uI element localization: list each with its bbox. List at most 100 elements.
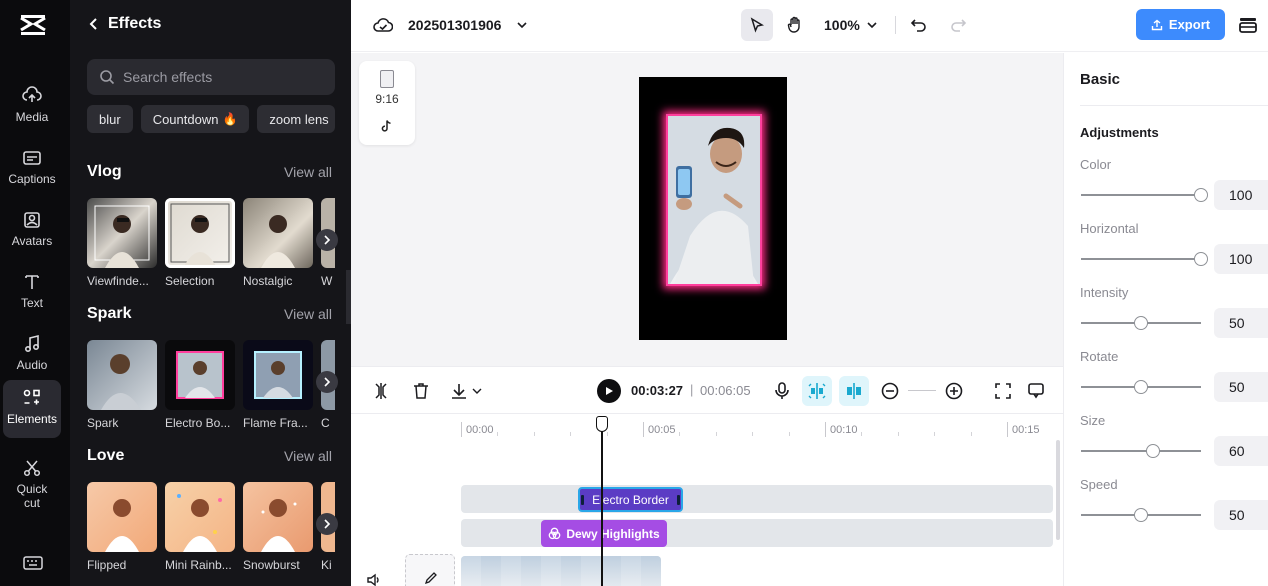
chevron-down-icon[interactable] — [516, 19, 528, 31]
trash-icon[interactable] — [411, 381, 431, 401]
chip-label: zoom lens — [269, 111, 329, 127]
clip-trim-handle-right[interactable] — [677, 495, 680, 505]
effect-thumb-nostalgic[interactable]: Nostalgic — [243, 198, 313, 288]
person-illustration — [94, 205, 150, 268]
clip-trim-handle-left[interactable] — [581, 495, 584, 505]
slider-thumb-size[interactable] — [1146, 444, 1160, 458]
playhead[interactable] — [601, 426, 603, 586]
value-input-rotate[interactable]: 50 — [1214, 372, 1268, 402]
current-time: 00:03:27 — [631, 383, 684, 398]
hand-tool-button[interactable] — [779, 9, 811, 41]
effect-thumb-electro-border[interactable]: Electro Bo... — [165, 340, 235, 430]
rail-item-elements[interactable]: Elements — [3, 380, 61, 438]
chevron-right-icon — [324, 377, 331, 387]
effect-thumb-flame-frame[interactable]: Flame Fra... — [243, 340, 313, 430]
value-text: 50 — [1229, 507, 1245, 523]
chip-blur[interactable]: blur — [87, 105, 133, 133]
next-arrow-button[interactable] — [316, 229, 338, 251]
slider-track-size[interactable] — [1081, 450, 1201, 452]
capcut-logo[interactable] — [18, 12, 48, 38]
cover-edit-button[interactable] — [405, 554, 455, 586]
ruler-tick — [534, 432, 535, 436]
clip-label: Dewy Highlights — [566, 526, 660, 541]
redo-icon[interactable] — [948, 15, 968, 35]
tab-basic[interactable]: Basic — [1080, 71, 1120, 88]
effect-label: Flame Fra... — [243, 416, 308, 430]
effect-clip-electro-border[interactable]: Electro Border — [578, 487, 683, 512]
select-tool-button[interactable] — [741, 9, 773, 41]
feedback-icon[interactable] — [1026, 381, 1046, 401]
volume-icon[interactable] — [366, 572, 382, 586]
slider-thumb-rotate[interactable] — [1134, 380, 1148, 394]
app-root: Media Captions Avatars Text Audio Elemen… — [0, 0, 1268, 586]
zoom-slider[interactable] — [908, 390, 936, 391]
export-label: Export — [1168, 17, 1211, 32]
microphone-icon[interactable] — [772, 381, 792, 401]
value-input-intensity[interactable]: 50 — [1214, 308, 1268, 338]
filter-clip-dewy-highlights[interactable]: Dewy Highlights — [541, 520, 667, 547]
keyboard-icon[interactable] — [23, 555, 43, 571]
link-tracks-button[interactable] — [839, 376, 869, 406]
phone-ratio-icon — [380, 70, 394, 88]
slider-track-horizontal[interactable] — [1081, 258, 1201, 260]
value-input-color[interactable]: 100 — [1214, 180, 1268, 210]
rail-item-label: Elements — [6, 412, 58, 426]
value-input-size[interactable]: 60 — [1214, 436, 1268, 466]
next-arrow-button[interactable] — [316, 513, 338, 535]
playhead-handle[interactable] — [596, 416, 608, 432]
slider-track-color[interactable] — [1081, 194, 1201, 196]
snap-icon — [808, 383, 826, 399]
next-arrow-button[interactable] — [316, 371, 338, 393]
fullscreen-icon[interactable] — [993, 381, 1013, 401]
search-box[interactable] — [87, 59, 335, 95]
effect-thumb-selection[interactable]: Selection — [165, 198, 235, 288]
chip-zoom-lens[interactable]: zoom lens — [257, 105, 336, 133]
view-all-spark[interactable]: View all — [284, 306, 332, 322]
value-input-speed[interactable]: 50 — [1214, 500, 1268, 530]
rail-item-media[interactable]: Media — [3, 78, 61, 136]
zoom-in-icon[interactable] — [944, 381, 964, 401]
cloud-upload-icon — [22, 86, 42, 102]
magnet-snap-button[interactable] — [802, 376, 832, 406]
download-icon[interactable] — [449, 381, 485, 401]
split-icon[interactable] — [371, 381, 391, 401]
view-all-love[interactable]: View all — [284, 448, 332, 464]
search-input[interactable] — [123, 69, 323, 85]
slider-thumb-horizontal[interactable] — [1194, 252, 1208, 266]
ruler-tick — [789, 432, 790, 436]
effect-thumb-viewfinder[interactable]: Viewfinde... — [87, 198, 157, 288]
ruler-tick — [898, 432, 899, 436]
aspect-ratio-card[interactable]: 9:16 — [359, 61, 415, 145]
back-chevron-icon[interactable] — [88, 17, 98, 31]
slider-thumb-color[interactable] — [1194, 188, 1208, 202]
value-input-horizontal[interactable]: 100 — [1214, 244, 1268, 274]
play-button[interactable] — [597, 379, 621, 403]
effect-track[interactable] — [461, 485, 1053, 513]
export-button[interactable]: Export — [1136, 9, 1225, 40]
zoom-dropdown[interactable]: 100% — [824, 17, 878, 33]
effect-thumb-mini-rainbow[interactable]: Mini Rainb... — [165, 482, 235, 572]
slider-thumb-intensity[interactable] — [1134, 316, 1148, 330]
effect-thumb-flipped[interactable]: Flipped — [87, 482, 157, 572]
rail-item-text[interactable]: Text — [3, 264, 61, 322]
rail-item-audio[interactable]: Audio — [3, 326, 61, 384]
effect-thumb-snowburst[interactable]: Snowburst — [243, 482, 313, 572]
view-all-vlog[interactable]: View all — [284, 164, 332, 180]
video-preview[interactable] — [639, 77, 787, 340]
rail-item-quick-cut[interactable]: Quick cut — [3, 450, 61, 510]
effects-panel: Effects blur Countdown🔥 zoom lens Vlog V… — [70, 0, 351, 586]
effect-thumb-spark[interactable]: Spark — [87, 340, 157, 430]
rail-item-avatars[interactable]: Avatars — [3, 202, 61, 260]
video-clip-strip[interactable] — [461, 556, 661, 586]
rail-item-captions[interactable]: Captions — [3, 140, 61, 198]
layers-menu-icon[interactable] — [1238, 15, 1258, 35]
project-name[interactable]: 202501301906 — [408, 17, 501, 33]
undo-icon[interactable] — [909, 15, 929, 35]
slider-thumb-speed[interactable] — [1134, 508, 1148, 522]
cloud-sync-icon[interactable] — [373, 16, 393, 34]
tiktok-icon[interactable] — [380, 119, 394, 133]
video-frame — [521, 556, 541, 586]
chip-countdown[interactable]: Countdown 🔥 — [140, 105, 250, 133]
zoom-out-icon[interactable] — [880, 381, 900, 401]
timeline-scrollbar[interactable] — [1056, 440, 1060, 540]
